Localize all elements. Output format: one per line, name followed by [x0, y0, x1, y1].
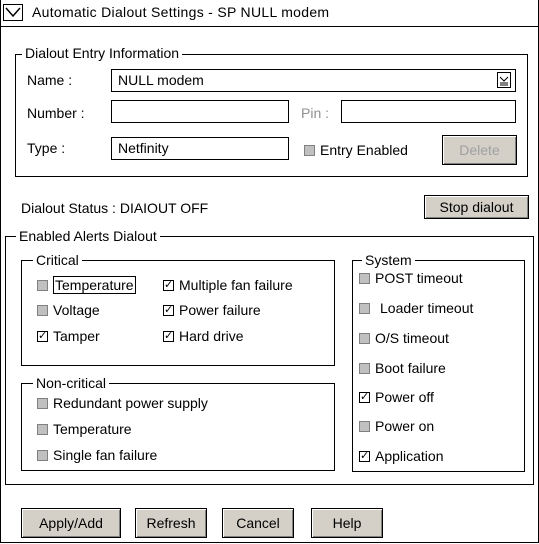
single-fan-failure-checkbox[interactable]: Single fan failure	[37, 447, 157, 463]
os-timeout-checkbox[interactable]: O/S timeout	[359, 330, 449, 346]
type-field[interactable]: Netfinity	[111, 137, 289, 160]
enabled-alerts-legend: Enabled Alerts Dialout	[16, 228, 160, 244]
cancel-button[interactable]: Cancel	[222, 508, 294, 538]
power-off-checkbox[interactable]: Power off	[359, 389, 434, 405]
hard-drive-checkbox[interactable]: Hard drive	[163, 328, 244, 344]
system-legend: System	[362, 252, 415, 268]
type-label: Type :	[27, 140, 66, 156]
critical-legend: Critical	[33, 252, 82, 268]
redundant-power-supply-checkbox[interactable]: Redundant power supply	[37, 395, 208, 411]
pin-label: Pin :	[301, 105, 330, 121]
name-value: NULL modem	[118, 72, 204, 88]
post-timeout-checkbox[interactable]: POST timeout	[359, 270, 463, 286]
name-label: Name :	[27, 72, 73, 88]
dialout-status-text: Dialout Status : DIAIOUT OFF	[21, 200, 209, 216]
pin-field[interactable]	[341, 100, 516, 123]
application-checkbox[interactable]: Application	[359, 448, 444, 464]
number-label: Number :	[27, 105, 85, 121]
refresh-button[interactable]: Refresh	[135, 508, 207, 538]
chevron-down-icon	[499, 76, 509, 86]
tamper-checkbox[interactable]: Tamper	[37, 328, 100, 344]
delete-button[interactable]: Delete	[442, 135, 517, 165]
noncritical-legend: Non-critical	[33, 375, 110, 391]
checkbox-box	[304, 144, 315, 156]
name-combobox[interactable]: NULL modem	[111, 69, 516, 92]
name-dropdown-button[interactable]	[497, 72, 511, 88]
noncritical-temperature-checkbox[interactable]: Temperature	[37, 421, 132, 437]
power-failure-checkbox[interactable]: Power failure	[163, 302, 261, 318]
apply-add-button[interactable]: Apply/Add	[21, 508, 121, 538]
voltage-checkbox[interactable]: Voltage	[37, 302, 100, 318]
entry-enabled-checkbox[interactable]: Entry Enabled	[304, 142, 408, 158]
boot-failure-checkbox[interactable]: Boot failure	[359, 360, 446, 376]
help-button[interactable]: Help	[311, 508, 383, 538]
entry-enabled-label: Entry Enabled	[320, 142, 408, 158]
power-on-checkbox[interactable]: Power on	[359, 418, 434, 434]
stop-dialout-button[interactable]: Stop dialout	[424, 195, 529, 219]
entry-info-legend: Dialout Entry Information	[22, 45, 183, 61]
number-field[interactable]	[111, 100, 289, 123]
multiple-fan-failure-checkbox[interactable]: Multiple fan failure	[163, 277, 293, 293]
system-menu-icon[interactable]	[3, 4, 23, 21]
critical-temperature-checkbox[interactable]: Temperature	[37, 276, 136, 294]
type-value: Netfinity	[118, 140, 169, 156]
window-title: Automatic Dialout Settings - SP NULL mod…	[32, 4, 330, 20]
loader-timeout-checkbox[interactable]: Loader timeout	[359, 300, 473, 316]
